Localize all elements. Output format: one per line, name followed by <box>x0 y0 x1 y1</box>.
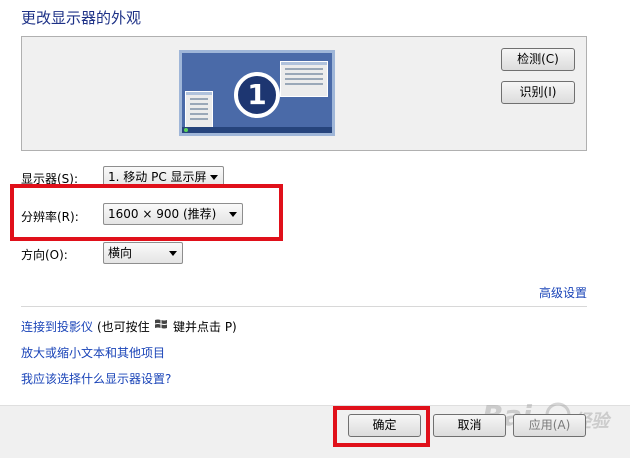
projector-hint-prefix: (也可按住 <box>97 320 150 334</box>
windows-logo-icon <box>155 319 167 329</box>
orientation-select-value: 横向 <box>108 246 133 260</box>
resolution-select-value: 1600 × 900 (推荐) <box>108 207 217 221</box>
which-settings-link[interactable]: 我应该选择什么显示器设置? <box>21 370 171 387</box>
identify-button[interactable]: 识别(I) <box>501 81 575 104</box>
display-select-value: 1. 移动 PC 显示屏 <box>108 170 207 184</box>
projector-hint-suffix: 键并点击 P) <box>173 320 237 334</box>
apply-button[interactable]: 应用(A) <box>513 414 586 437</box>
orientation-select[interactable]: 横向 <box>103 242 183 264</box>
chevron-down-icon <box>169 251 177 256</box>
resolution-select[interactable]: 1600 × 900 (推荐) <box>103 203 243 225</box>
text-size-link[interactable]: 放大或缩小文本和其他项目 <box>21 344 165 361</box>
chevron-down-icon <box>210 175 218 180</box>
advanced-settings-link[interactable]: 高级设置 <box>539 284 587 301</box>
resolution-label: 分辨率(R): <box>21 210 79 224</box>
divider <box>21 306 587 307</box>
mini-window-icon <box>185 91 213 131</box>
mini-window-icon <box>280 61 328 97</box>
chevron-down-icon <box>229 212 237 217</box>
start-orb-icon <box>184 128 188 132</box>
connect-projector-link[interactable]: 连接到投影仪 <box>21 318 93 335</box>
monitor-1-preview[interactable]: 1 <box>179 50 335 136</box>
monitor-number-badge: 1 <box>234 72 280 118</box>
detect-button[interactable]: 检测(C) <box>501 48 575 71</box>
cancel-button[interactable]: 取消 <box>433 414 506 437</box>
page-title: 更改显示器的外观 <box>21 9 142 27</box>
ok-button[interactable]: 确定 <box>348 414 421 437</box>
orientation-label: 方向(O): <box>21 248 68 262</box>
taskbar <box>182 127 332 133</box>
monitor-preview-panel: 1 检测(C) 识别(I) <box>21 36 587 151</box>
